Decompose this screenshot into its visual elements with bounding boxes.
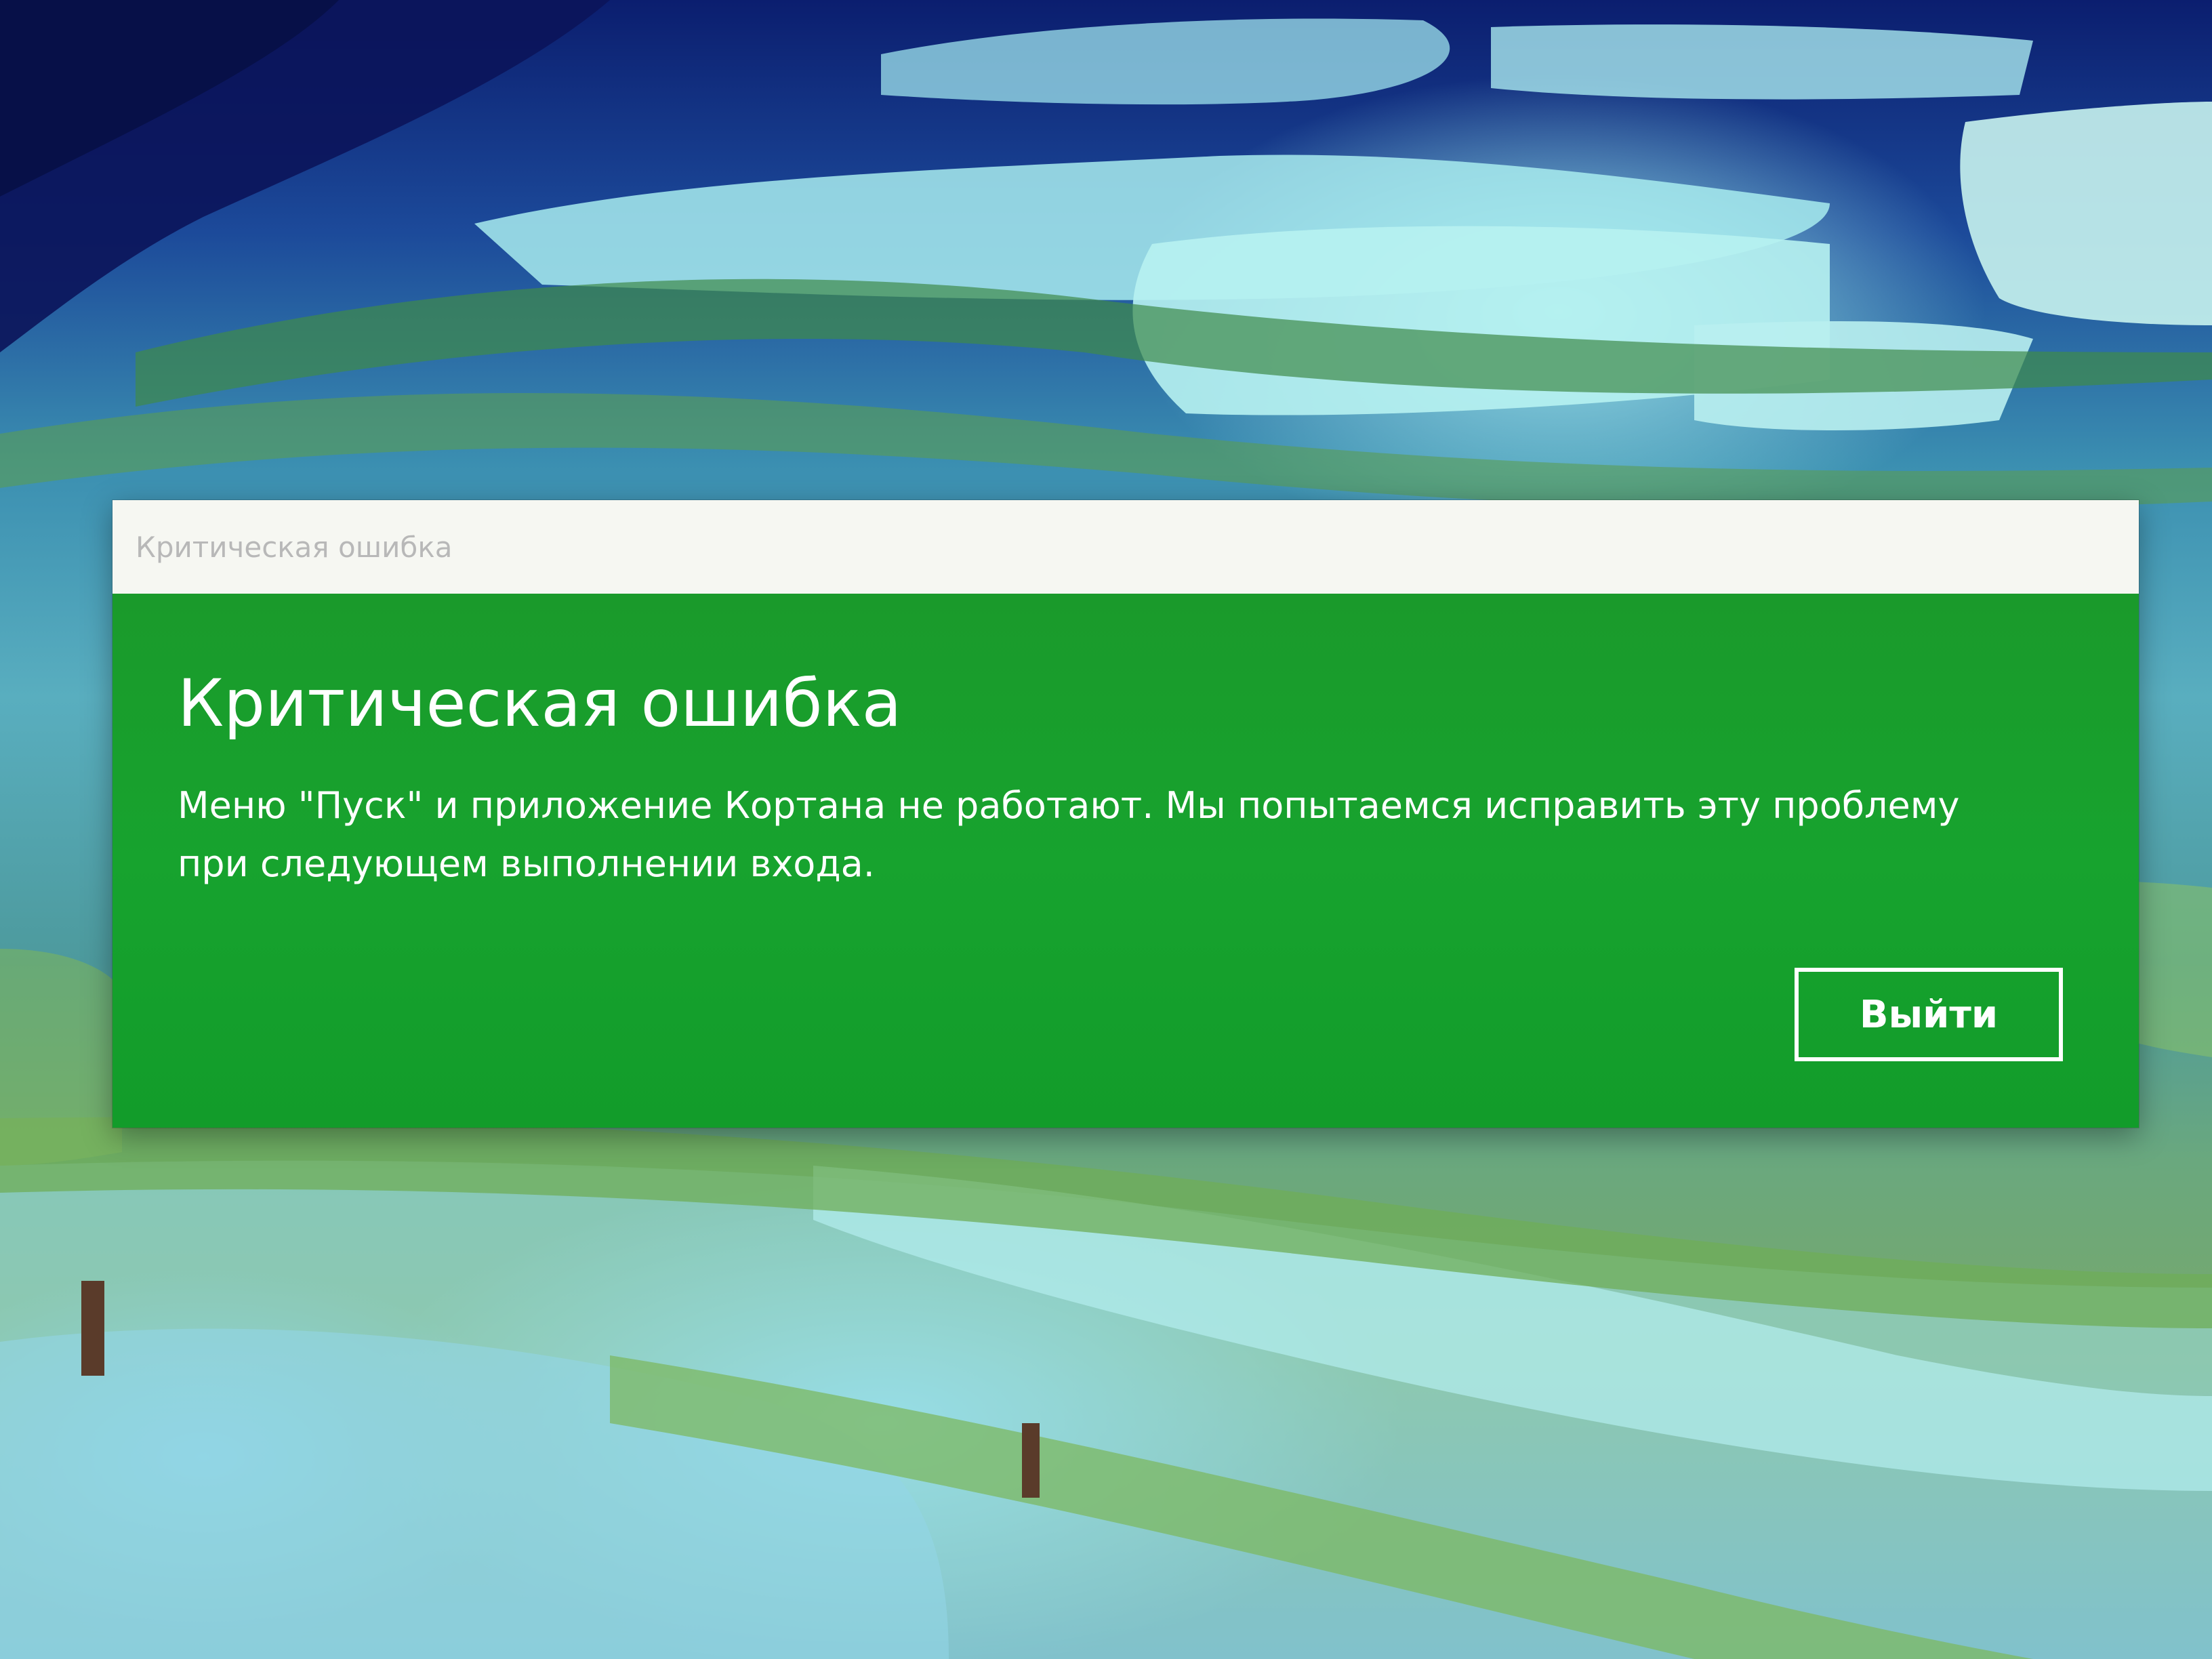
window-title: Критическая ошибка bbox=[136, 530, 453, 564]
dialog-message: Меню "Пуск" и приложение Кортана не рабо… bbox=[178, 783, 1960, 885]
dialog-titlebar: Критическая ошибка bbox=[112, 500, 2139, 594]
exit-button[interactable]: Выйти bbox=[1795, 968, 2063, 1061]
desktop-wallpaper: Критическая ошибка Критическая ошибка Ме… bbox=[0, 0, 2212, 1659]
dialog-heading: Критическая ошибка bbox=[178, 665, 902, 741]
critical-error-dialog: Критическая ошибка Критическая ошибка Ме… bbox=[112, 500, 2139, 1128]
dialog-body: Критическая ошибка Меню "Пуск" и приложе… bbox=[112, 594, 2139, 1128]
